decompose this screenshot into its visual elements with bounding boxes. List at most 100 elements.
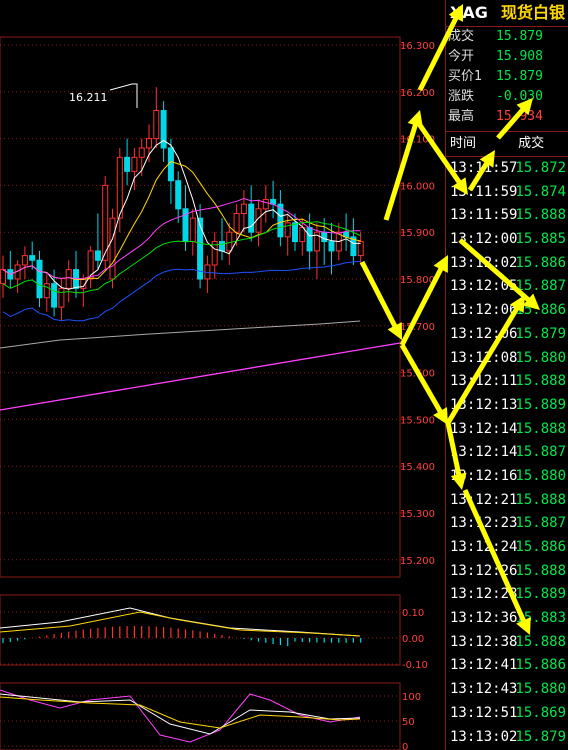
macd-axis-label: 0.10 bbox=[402, 608, 424, 619]
trade-price: 15.887 bbox=[515, 278, 566, 295]
axis-tick-label: 15.800 bbox=[400, 275, 435, 286]
trade-row: 13:12:1315.889 bbox=[446, 394, 568, 418]
trade-time: 13:12:11 bbox=[450, 373, 518, 390]
trade-row: 13:12:1415.888 bbox=[446, 418, 568, 442]
kdj-axis-label: 100 bbox=[402, 692, 421, 703]
trade-row: 13:12:4115.886 bbox=[446, 654, 568, 678]
price-axis: 16.300 16.200 16.100 16.000 15.900 15.800 15.7… bbox=[400, 41, 435, 567]
trade-row: 13:12:1415.887 bbox=[446, 441, 568, 465]
quote-label: 涨跌 bbox=[448, 89, 475, 104]
quote-panel: XAG 现货白银 成交 15.879 今开 15.908 买价1 15.879 涨跌 -0.0… bbox=[445, 0, 568, 750]
candle-body bbox=[306, 227, 313, 252]
trade-time: 13:12:08 bbox=[450, 349, 518, 366]
trade-row: 13:12:0015.885 bbox=[446, 228, 568, 252]
trade-price: 15.886 bbox=[515, 302, 566, 319]
axis-tick-label: 16.200 bbox=[400, 88, 435, 99]
axis-tick-label: 15.500 bbox=[400, 415, 435, 426]
trade-row: 13:12:5115.869 bbox=[446, 702, 568, 726]
trade-price: 15.888 bbox=[515, 491, 566, 508]
quote-value: 15.879 bbox=[496, 29, 543, 44]
trades-header: 时间 成交 bbox=[446, 131, 568, 157]
candle-body bbox=[116, 156, 123, 219]
quote-row: 买价1 15.879 bbox=[446, 67, 568, 87]
candle-body bbox=[262, 198, 269, 210]
trade-time: 13:12:00 bbox=[450, 231, 518, 248]
high-leader bbox=[109, 83, 138, 108]
trade-price: 15.883 bbox=[515, 610, 566, 627]
trade-time: 13:12:13 bbox=[450, 396, 518, 413]
ma10-line bbox=[2, 160, 361, 280]
trade-time: 13:13:02 bbox=[450, 728, 518, 745]
trade-price: 15.885 bbox=[515, 231, 566, 248]
axis-tick-label: 15.300 bbox=[400, 509, 435, 520]
candle-body bbox=[138, 147, 145, 158]
kdj-axis-label: 0 bbox=[402, 742, 408, 750]
axis-tick-label: 15.600 bbox=[400, 369, 435, 380]
trade-time: 13:12:28 bbox=[450, 586, 518, 603]
axis-tick-label: 15.900 bbox=[400, 228, 435, 239]
candle-body bbox=[248, 203, 255, 233]
kdj-axis-label: 50 bbox=[402, 717, 415, 728]
trade-row: 13:13:0215.879 bbox=[446, 726, 568, 750]
macd-axis-label: 0.00 bbox=[402, 634, 424, 645]
candle-body bbox=[29, 255, 36, 261]
trade-time: 13:12:16 bbox=[450, 467, 518, 484]
candle-body bbox=[189, 217, 196, 243]
candle-body bbox=[321, 231, 328, 243]
trade-time: 13:12:02 bbox=[450, 254, 518, 271]
trade-time: 13:12:24 bbox=[450, 539, 518, 555]
candle-body bbox=[0, 269, 6, 285]
trade-row: 13:12:2315.887 bbox=[446, 512, 568, 536]
trade-row: 13:12:0615.879 bbox=[446, 323, 568, 347]
trade-price: 15.886 bbox=[515, 657, 566, 674]
trade-price: 15.879 bbox=[515, 325, 566, 342]
trade-price: 15.889 bbox=[515, 586, 566, 603]
macd-axis-label: -0.10 bbox=[402, 660, 428, 671]
trade-time: 13:11:59 bbox=[450, 207, 518, 224]
trade-time: 13:12:23 bbox=[450, 515, 518, 532]
quote-summary: 成交 15.879 今开 15.908 买价1 15.879 涨跌 -0.030 最高 15.93… bbox=[446, 27, 568, 127]
candle-body bbox=[58, 287, 65, 308]
kdj-k-line bbox=[0, 693, 361, 735]
trade-row: 13:12:0215.886 bbox=[446, 252, 568, 276]
trades-header-time: 时间 bbox=[450, 136, 477, 151]
candle-body bbox=[21, 255, 28, 266]
trade-time: 13:11:57 bbox=[450, 160, 518, 176]
instrument-name: 现货白银 bbox=[500, 3, 565, 22]
quote-value: 15.908 bbox=[496, 49, 543, 64]
candle-body bbox=[131, 156, 138, 172]
candle-body bbox=[167, 147, 174, 182]
trade-time: 13:12:51 bbox=[450, 704, 518, 721]
trade-price: 15.888 bbox=[515, 373, 566, 390]
kdj-j-line bbox=[0, 689, 361, 743]
quote-label: 今开 bbox=[448, 49, 475, 64]
trade-row: 13:12:3815.888 bbox=[446, 631, 568, 655]
candle-body bbox=[226, 231, 233, 252]
ma120-line bbox=[0, 320, 361, 349]
trade-price: 15.869 bbox=[515, 704, 566, 721]
quote-row: 今开 15.908 bbox=[446, 47, 568, 67]
macd-panel: 0.10 0.00 -0.10 bbox=[0, 594, 428, 671]
trade-time: 13:12:41 bbox=[450, 657, 518, 674]
candle-body bbox=[175, 180, 182, 210]
candle-body bbox=[51, 283, 58, 308]
quote-row: 最高 15.934 bbox=[446, 107, 568, 127]
trade-row: 13:12:0515.887 bbox=[446, 275, 568, 299]
trade-row: 13:12:1115.888 bbox=[446, 370, 568, 394]
trade-row: 13:11:5915.874 bbox=[446, 181, 568, 205]
trade-time: 13:11:59 bbox=[450, 183, 518, 200]
trade-time: 13:12:06 bbox=[450, 325, 518, 342]
support-trendline bbox=[0, 342, 401, 411]
trade-price: 15.886 bbox=[515, 539, 566, 555]
trade-price: 15.888 bbox=[515, 420, 566, 437]
candle-body bbox=[240, 203, 247, 214]
trades-header-price: 成交 bbox=[518, 136, 545, 151]
quote-label: 最高 bbox=[448, 109, 475, 124]
trade-row: 13:12:2415.886 bbox=[446, 536, 568, 560]
kdj-panel: 100 50 0 bbox=[0, 682, 421, 750]
candle-body bbox=[36, 259, 43, 299]
trades-list[interactable]: 13:11:5715.872 13:11:5915.874 13:11:5915.8… bbox=[446, 157, 568, 749]
kline-chart[interactable]: 16.300 16.200 16.100 16.000 15.900 15.800 15.7… bbox=[0, 0, 445, 750]
trade-time: 13:12:14 bbox=[450, 420, 518, 437]
trade-row: 13:12:4315.880 bbox=[446, 678, 568, 702]
